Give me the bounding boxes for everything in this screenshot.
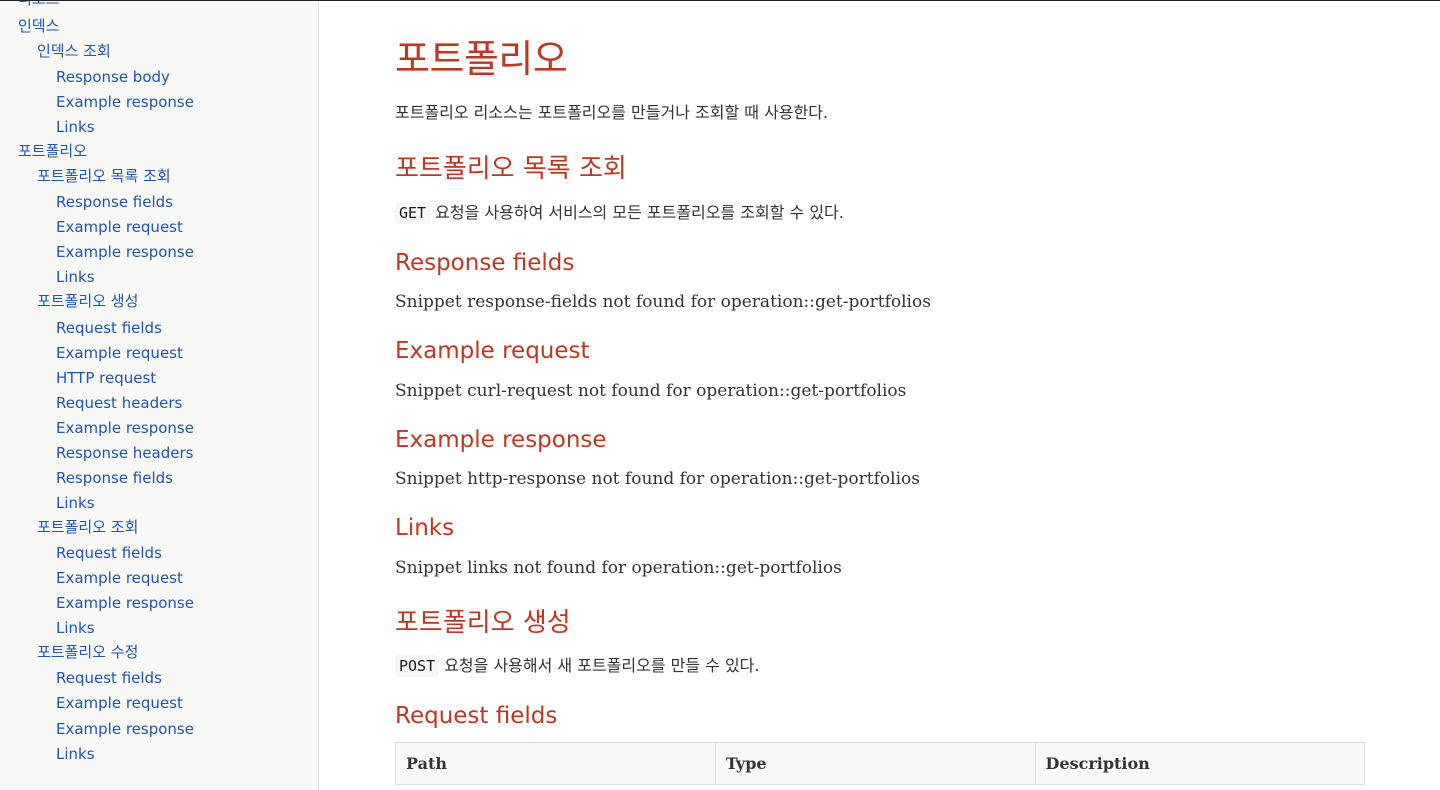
toc-link[interactable]: Links xyxy=(56,744,95,764)
column-header-description: Description xyxy=(1034,742,1366,785)
section-heading-create-portfolio: 포트폴리오 생성 xyxy=(395,608,571,638)
subheading-response-fields: Response fields xyxy=(395,250,575,276)
create-portfolio-description: POST 요청을 사용해서 새 포트폴리오를 만들 수 있다. xyxy=(395,654,760,678)
toc-link[interactable]: Example response xyxy=(56,242,194,262)
toc-link[interactable]: Example response xyxy=(56,418,194,438)
column-header-path: Path xyxy=(395,742,716,785)
list-description-text: 요청을 사용하여 서비스의 모든 포트폴리오를 조회할 수 있다. xyxy=(430,203,844,222)
toc-link[interactable]: Example request xyxy=(56,343,183,363)
toc-link[interactable]: Response fields xyxy=(56,468,173,488)
example-request-snippet-text: Snippet curl-request not found for opera… xyxy=(395,381,907,401)
subheading-example-response: Example response xyxy=(395,427,607,453)
toc-link[interactable]: Example response xyxy=(56,92,194,112)
example-response-snippet-text: Snippet http-response not found for oper… xyxy=(395,469,920,489)
toc-link[interactable]: 포트폴리오 조회 xyxy=(37,517,138,537)
http-method-code: GET xyxy=(395,202,431,224)
toc-link[interactable]: 인덱스 xyxy=(18,16,59,36)
toc-link[interactable]: 포트폴리오 목록 조회 xyxy=(37,166,171,186)
toc-sidebar: 리소스인덱스인덱스 조회 Response body Example respons… xyxy=(0,1,319,790)
toc-link[interactable]: 포트폴리오 생성 xyxy=(37,291,138,311)
toc-link[interactable]: Links xyxy=(56,493,95,513)
http-method-code: POST xyxy=(395,655,440,677)
toc-link[interactable]: Request fields xyxy=(56,318,162,338)
toc-link[interactable]: Request fields xyxy=(56,668,162,688)
response-fields-snippet-text: Snippet response-fields not found for op… xyxy=(395,292,931,312)
toc-link[interactable]: 포트폴리오 수정 xyxy=(37,642,138,662)
table-header-row: Path Type Description xyxy=(395,742,1366,785)
toc-link[interactable]: Response headers xyxy=(56,443,193,463)
toc-link[interactable]: Example response xyxy=(56,719,194,739)
toc-link[interactable]: Request headers xyxy=(56,393,182,413)
subheading-request-fields: Request fields xyxy=(395,703,558,729)
toc-link[interactable]: Example response xyxy=(56,593,194,613)
column-header-type: Type xyxy=(714,742,1036,785)
toc-link[interactable]: Response body xyxy=(56,67,170,87)
toc-link[interactable]: Links xyxy=(56,618,95,638)
links-snippet-text: Snippet links not found for operation::g… xyxy=(395,558,842,578)
toc-link[interactable]: Example request xyxy=(56,693,183,713)
subheading-example-request: Example request xyxy=(395,338,590,364)
toc-link[interactable]: HTTP request xyxy=(56,368,156,388)
toc-link[interactable]: Links xyxy=(56,117,95,137)
toc-link[interactable]: 포트폴리오 xyxy=(18,141,87,161)
toc-link[interactable]: 인덱스 조회 xyxy=(37,41,111,61)
intro-text: 포트폴리오 리소스는 포트폴리오를 만들거나 조회할 때 사용한다. xyxy=(395,103,829,122)
main-content: 포트폴리오 포트폴리오 리소스는 포트폴리오를 만들거나 조회할 때 사용한다.… xyxy=(395,1,1366,790)
toc-link[interactable]: Example request xyxy=(56,217,183,237)
create-description-text: 요청을 사용해서 새 포트폴리오를 만들 수 있다. xyxy=(439,656,760,675)
section-heading-list-portfolios: 포트폴리오 목록 조회 xyxy=(395,154,627,184)
toc-link[interactable]: Request fields xyxy=(56,543,162,563)
page-title: 포트폴리오 xyxy=(395,37,568,81)
toc-link[interactable]: Example request xyxy=(56,568,183,588)
toc-link[interactable]: 리소스 xyxy=(18,1,59,9)
toc-link[interactable]: Links xyxy=(56,267,95,287)
subheading-links: Links xyxy=(395,515,455,541)
request-fields-table: Path Type Description xyxy=(395,742,1366,785)
list-portfolios-description: GET 요청을 사용하여 서비스의 모든 포트폴리오를 조회할 수 있다. xyxy=(395,201,844,225)
toc-link[interactable]: Response fields xyxy=(56,192,173,212)
